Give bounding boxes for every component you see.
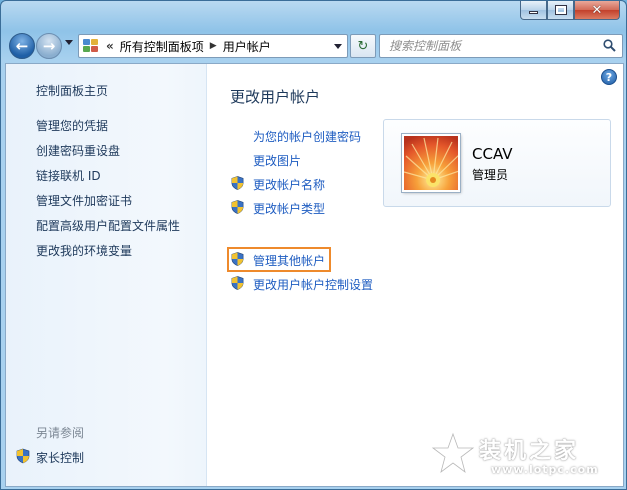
- caption-buttons: ✕: [520, 1, 620, 20]
- change-account-type-link[interactable]: 更改帐户类型: [253, 200, 325, 217]
- sidebar-manage-credentials[interactable]: 管理您的凭据: [36, 117, 108, 134]
- sidebar-link-online-id[interactable]: 链接联机 ID: [36, 167, 101, 184]
- address-dropdown-icon[interactable]: [334, 44, 342, 49]
- minimize-button[interactable]: [520, 1, 547, 20]
- close-button[interactable]: ✕: [574, 1, 620, 20]
- search-input[interactable]: [389, 35, 589, 57]
- control-panel-icon: [83, 38, 100, 54]
- flower-icon: [404, 136, 458, 190]
- uac-settings-link[interactable]: 更改用户帐户控制设置: [253, 276, 373, 293]
- navigation-bar: ← → « 所有控制面板项 ▶ 用户帐户 ↻: [5, 30, 624, 62]
- uac-shield-icon: [231, 200, 244, 214]
- sidebar-parental-controls[interactable]: 家长控制: [36, 449, 84, 466]
- recent-pages-dropdown[interactable]: [65, 40, 73, 45]
- search-box[interactable]: [379, 34, 623, 58]
- arrow-left-icon: ←: [15, 37, 29, 55]
- create-password-link[interactable]: 为您的帐户创建密码: [253, 128, 361, 145]
- arrow-right-icon: →: [42, 37, 56, 55]
- address-bar[interactable]: « 所有控制面板项 ▶ 用户帐户: [78, 34, 348, 58]
- breadcrumb-all-items[interactable]: 所有控制面板项: [120, 38, 204, 55]
- help-icon[interactable]: ?: [601, 69, 617, 85]
- refresh-icon: ↻: [357, 38, 369, 54]
- sidebar-environment-vars[interactable]: 更改我的环境变量: [36, 242, 132, 259]
- close-icon: ✕: [591, 2, 603, 18]
- sidebar: 控制面板主页 管理您的凭据 创建密码重设盘 链接联机 ID 管理文件加密证书 配…: [6, 64, 207, 486]
- maximize-button[interactable]: [547, 1, 574, 20]
- sidebar-file-encryption-certs[interactable]: 管理文件加密证书: [36, 192, 132, 209]
- content-area: 控制面板主页 管理您的凭据 创建密码重设盘 链接联机 ID 管理文件加密证书 配…: [5, 63, 624, 487]
- main-panel: ? 更改用户帐户 为您的帐户创建密码 更改图片 更改帐户名称 更改帐户类型 管理…: [208, 64, 623, 486]
- forward-button[interactable]: →: [36, 33, 62, 59]
- uac-shield-icon: [231, 176, 244, 190]
- back-button[interactable]: ←: [9, 33, 35, 59]
- breadcrumb-user-accounts[interactable]: 用户帐户: [223, 38, 271, 55]
- control-panel-window: ✕ ← → « 所有控制面板项 ▶ 用户帐户 ↻ 控制面板主页 管理您的凭据 创…: [0, 0, 627, 490]
- manage-other-accounts-link[interactable]: 管理其他帐户: [253, 252, 325, 269]
- avatar[interactable]: [401, 133, 461, 193]
- breadcrumb-separator-icon[interactable]: ▶: [210, 41, 217, 51]
- sidebar-create-reset-disk[interactable]: 创建密码重设盘: [36, 142, 120, 159]
- watermark: 装机之家 www.lotpc.com: [431, 431, 611, 481]
- search-icon[interactable]: [603, 39, 616, 52]
- breadcrumb-overflow[interactable]: «: [106, 39, 114, 53]
- see-also-header: 另请参阅: [36, 426, 85, 440]
- minimize-icon: [529, 11, 538, 14]
- watermark-text: 装机之家: [479, 439, 580, 464]
- uac-shield-icon: [231, 276, 244, 290]
- watermark-url: www.lotpc.com: [491, 463, 599, 476]
- refresh-button[interactable]: ↻: [350, 34, 376, 58]
- maximize-icon: [554, 5, 567, 15]
- user-account-card: CCAV 管理员: [383, 119, 611, 207]
- page-title: 更改用户帐户: [230, 88, 321, 106]
- star-logo-icon: [431, 431, 475, 475]
- user-role: 管理员: [472, 168, 509, 182]
- sidebar-home-link[interactable]: 控制面板主页: [36, 82, 108, 99]
- change-account-name-link[interactable]: 更改帐户名称: [253, 176, 325, 193]
- uac-shield-icon: [231, 252, 244, 266]
- change-picture-link[interactable]: 更改图片: [253, 152, 301, 169]
- user-name: CCAV: [472, 145, 513, 163]
- sidebar-advanced-profile[interactable]: 配置高级用户配置文件属性: [36, 217, 180, 234]
- uac-shield-icon: [16, 448, 30, 464]
